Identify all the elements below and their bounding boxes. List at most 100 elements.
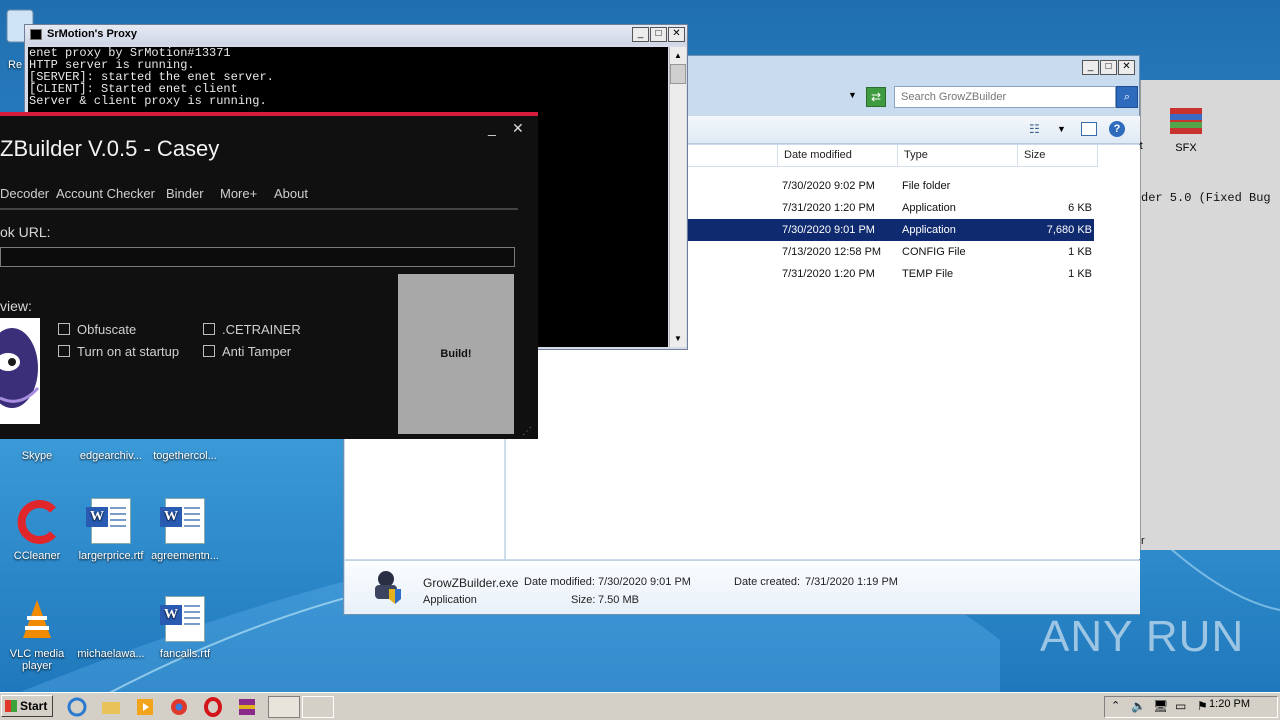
- taskbar-clock[interactable]: 1:20 PM: [1209, 698, 1250, 710]
- desktop-icon-label: fancalls.rtf: [159, 648, 211, 660]
- desktop-icon-vlc[interactable]: VLC media player: [0, 596, 74, 672]
- webhook-url-input[interactable]: [0, 247, 515, 267]
- details-date-modified-label: Date modified:: [524, 576, 595, 588]
- desktop-icon-edgearchive[interactable]: edgearchiv...: [74, 440, 148, 462]
- desktop-icon-label: michaelawa...: [77, 648, 145, 660]
- builder-title: ZBuilder V.0.5 - Casey: [0, 136, 220, 161]
- power-icon[interactable]: ▭: [1175, 699, 1186, 713]
- preview-label: view:: [0, 298, 32, 314]
- menu-about[interactable]: About: [274, 186, 308, 201]
- desktop-icon-ccleaner[interactable]: CCleaner: [0, 498, 74, 562]
- close-button[interactable]: ✕: [1118, 60, 1135, 75]
- checkbox-box: [203, 323, 215, 335]
- builder-window[interactable]: _ ✕ ZBuilder V.0.5 - Casey Decoder Accou…: [0, 112, 538, 439]
- scroll-up-arrow[interactable]: ▲: [670, 47, 686, 64]
- background-window-text: der 5.0 (Fixed Bug: [1141, 191, 1271, 205]
- background-window-status: r: [1141, 535, 1145, 547]
- anti-tamper-checkbox[interactable]: Anti Tamper: [203, 344, 291, 359]
- console-scrollbar[interactable]: ▲ ▼: [669, 47, 686, 347]
- console-title: SrMotion's Proxy: [47, 28, 138, 40]
- media-player-icon[interactable]: [134, 696, 160, 718]
- desktop-icon-skype[interactable]: Skype: [0, 440, 74, 462]
- checkbox-box: [203, 345, 215, 357]
- details-date-created-label: Date created:: [734, 576, 801, 588]
- maximize-button[interactable]: □: [650, 27, 667, 42]
- menu-account-checker[interactable]: Account Checker: [56, 186, 155, 201]
- help-icon[interactable]: ?: [1109, 121, 1125, 137]
- explorer-window-controls: _ □ ✕: [1082, 60, 1135, 75]
- menu-binder[interactable]: Binder: [166, 186, 204, 201]
- chrome-icon[interactable]: [168, 696, 194, 718]
- builder-close-button[interactable]: ✕: [512, 120, 524, 137]
- word-document-icon: W: [160, 596, 209, 644]
- console-line: Server & client proxy is running.: [29, 94, 267, 108]
- details-pane: GrowZBuilder.exe Date modified: 7/30/202…: [345, 560, 1140, 614]
- console-taskbar-button[interactable]: [268, 696, 300, 718]
- desktop-icon-togethercol[interactable]: togethercol...: [148, 440, 222, 462]
- address-dropdown-icon[interactable]: ▼: [848, 90, 857, 100]
- close-button[interactable]: ✕: [668, 27, 685, 42]
- menu-decoder[interactable]: Decoder: [0, 186, 49, 201]
- volume-icon[interactable]: 🔈: [1131, 699, 1146, 713]
- word-document-icon: W: [160, 498, 209, 546]
- winrar-taskbar-icon[interactable]: [236, 696, 262, 718]
- details-file-kind: Application: [423, 594, 477, 606]
- desktop-icon-label: edgearchiv...: [79, 450, 143, 462]
- taskbar: Start ⌃ 🔈 🖥 ▭ ⚑ 1:20 PM: [0, 692, 1280, 720]
- desktop-icon-label: CCleaner: [13, 550, 61, 562]
- startup-checkbox[interactable]: Turn on at startup: [58, 344, 179, 359]
- application-file-icon: [369, 567, 403, 605]
- network-icon[interactable]: 🖥: [1153, 699, 1168, 713]
- winrar-sfx-icon: [1168, 104, 1204, 138]
- desktop-icon-label: SFX: [1175, 142, 1197, 154]
- maximize-button[interactable]: □: [1100, 60, 1117, 75]
- search-input[interactable]: [894, 86, 1116, 108]
- scroll-thumb[interactable]: [670, 64, 686, 84]
- desktop-icon-label: agreementn...: [151, 550, 219, 562]
- console-app-icon: [30, 29, 42, 40]
- view-dropdown-icon[interactable]: ▼: [1057, 124, 1066, 134]
- cetrainer-checkbox[interactable]: .CETRAINER: [203, 322, 301, 337]
- anyrun-watermark: ANY RUN: [1040, 612, 1245, 661]
- desktop-icon-agreementn[interactable]: W agreementn...: [148, 498, 222, 562]
- column-header-size[interactable]: Size: [1018, 145, 1098, 167]
- action-center-flag-icon[interactable]: ⚑: [1197, 699, 1208, 713]
- file-explorer-icon[interactable]: [100, 696, 126, 718]
- opera-icon[interactable]: [202, 696, 228, 718]
- desktop-icon-michaelawa[interactable]: michaelawa...: [74, 596, 148, 660]
- view-options-icon[interactable]: ☷: [1029, 122, 1040, 136]
- builder-taskbar-button[interactable]: [302, 696, 334, 718]
- builder-minimize-button[interactable]: _: [488, 120, 496, 136]
- minimize-button[interactable]: _: [632, 27, 649, 42]
- details-date-modified: 7/30/2020 9:01 PM: [598, 576, 691, 588]
- desktop-icon-largerprice[interactable]: W largerprice.rtf: [74, 498, 148, 562]
- obfuscate-checkbox[interactable]: Obfuscate: [58, 322, 136, 337]
- refresh-icon[interactable]: ⇄: [866, 87, 886, 107]
- console-window-controls: _ □ ✕: [632, 27, 685, 42]
- console-titlebar[interactable]: SrMotion's Proxy: [25, 25, 687, 45]
- vlc-cone-icon: [13, 596, 61, 644]
- start-button[interactable]: Start: [1, 695, 53, 717]
- column-header-date[interactable]: Date modified: [778, 145, 898, 167]
- tray-expand-icon[interactable]: ⌃: [1111, 699, 1120, 712]
- desktop-icon-label: Re: [8, 59, 23, 71]
- desktop-icon-label: Skype: [21, 450, 53, 462]
- ccleaner-icon: [13, 498, 61, 546]
- scroll-down-arrow[interactable]: ▼: [670, 330, 686, 347]
- details-file-name: GrowZBuilder.exe: [423, 576, 519, 590]
- details-size-label: Size:: [571, 594, 596, 606]
- checkbox-box: [58, 345, 70, 357]
- word-document-icon: W: [86, 498, 135, 546]
- search-icon[interactable]: ⌕: [1116, 86, 1138, 108]
- desktop-icon-label: togethercol...: [153, 450, 217, 462]
- system-tray: ⌃ 🔈 🖥 ▭ ⚑: [1104, 696, 1278, 718]
- desktop-icon-sfx[interactable]: SFX: [1160, 104, 1212, 154]
- minimize-button[interactable]: _: [1082, 60, 1099, 75]
- internet-explorer-icon[interactable]: [66, 696, 92, 718]
- resize-grip-icon[interactable]: ⋰: [522, 426, 532, 437]
- build-button[interactable]: Build!: [398, 274, 514, 434]
- menu-more[interactable]: More+: [220, 186, 257, 201]
- column-header-type[interactable]: Type: [898, 145, 1018, 167]
- desktop-icon-fancalls[interactable]: W fancalls.rtf: [148, 596, 222, 660]
- preview-pane-icon[interactable]: [1081, 122, 1097, 136]
